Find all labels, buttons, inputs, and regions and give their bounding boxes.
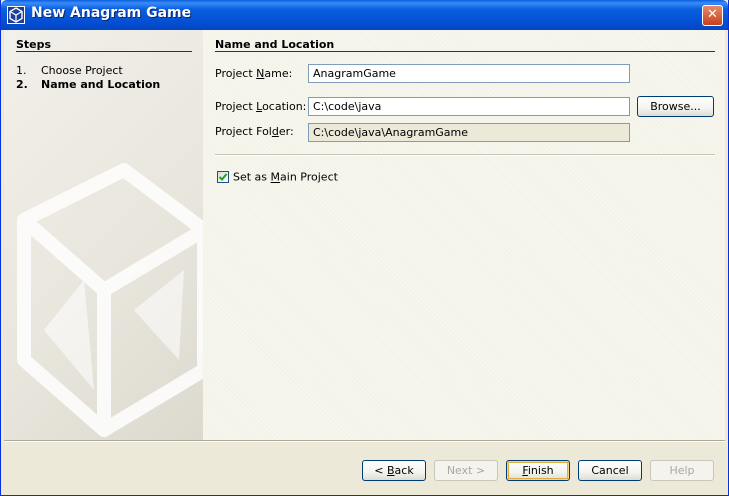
footer-separator — [4, 440, 725, 441]
checkmark-icon — [218, 173, 228, 181]
browse-button[interactable]: Browse... — [637, 96, 714, 117]
back-button[interactable]: < Back — [362, 460, 426, 481]
close-icon: ✕ — [707, 7, 718, 22]
help-button[interactable]: Help — [650, 460, 714, 481]
steps-heading: Steps — [16, 38, 52, 51]
set-main-project-checkbox[interactable] — [217, 171, 229, 183]
dialog-window: New Anagram Game ✕ Steps 1. Choose Proje… — [0, 0, 729, 496]
project-name-input[interactable]: AnagramGame — [308, 64, 630, 83]
window-title: New Anagram Game — [31, 5, 192, 21]
project-folder-label: Project Folder: — [215, 125, 294, 138]
steps-panel: Steps 1. Choose Project 2. Name and Loca… — [4, 30, 203, 440]
netbeans-cube-icon — [7, 6, 25, 24]
name-and-location-panel: Name and Location Project Name: AnagramG… — [203, 30, 725, 440]
dialog-content: Steps 1. Choose Project 2. Name and Loca… — [4, 30, 725, 492]
step-number: 2. — [16, 78, 28, 91]
step-label: Name and Location — [41, 78, 161, 91]
set-main-project-checkbox-row[interactable]: Set as Main Project — [217, 170, 338, 184]
cancel-button[interactable]: Cancel — [578, 460, 642, 481]
project-folder-field: C:\code\java\AnagramGame — [308, 123, 630, 142]
cube-watermark-icon — [17, 163, 203, 437]
section-divider — [215, 51, 715, 52]
form-separator — [215, 154, 715, 155]
project-location-input[interactable]: C:\code\java — [308, 97, 630, 116]
next-button[interactable]: Next > — [434, 460, 498, 481]
steps-divider — [16, 51, 192, 52]
close-button[interactable]: ✕ — [702, 5, 723, 26]
title-bar[interactable]: New Anagram Game ✕ — [1, 0, 728, 30]
set-main-project-label: Set as Main Project — [233, 170, 338, 184]
project-location-label: Project Location: — [215, 100, 307, 113]
finish-button[interactable]: Finish — [506, 460, 570, 481]
step-label: Choose Project — [41, 64, 123, 77]
step-number: 1. — [16, 64, 27, 77]
section-heading: Name and Location — [215, 38, 335, 51]
project-name-label: Project Name: — [215, 67, 293, 80]
